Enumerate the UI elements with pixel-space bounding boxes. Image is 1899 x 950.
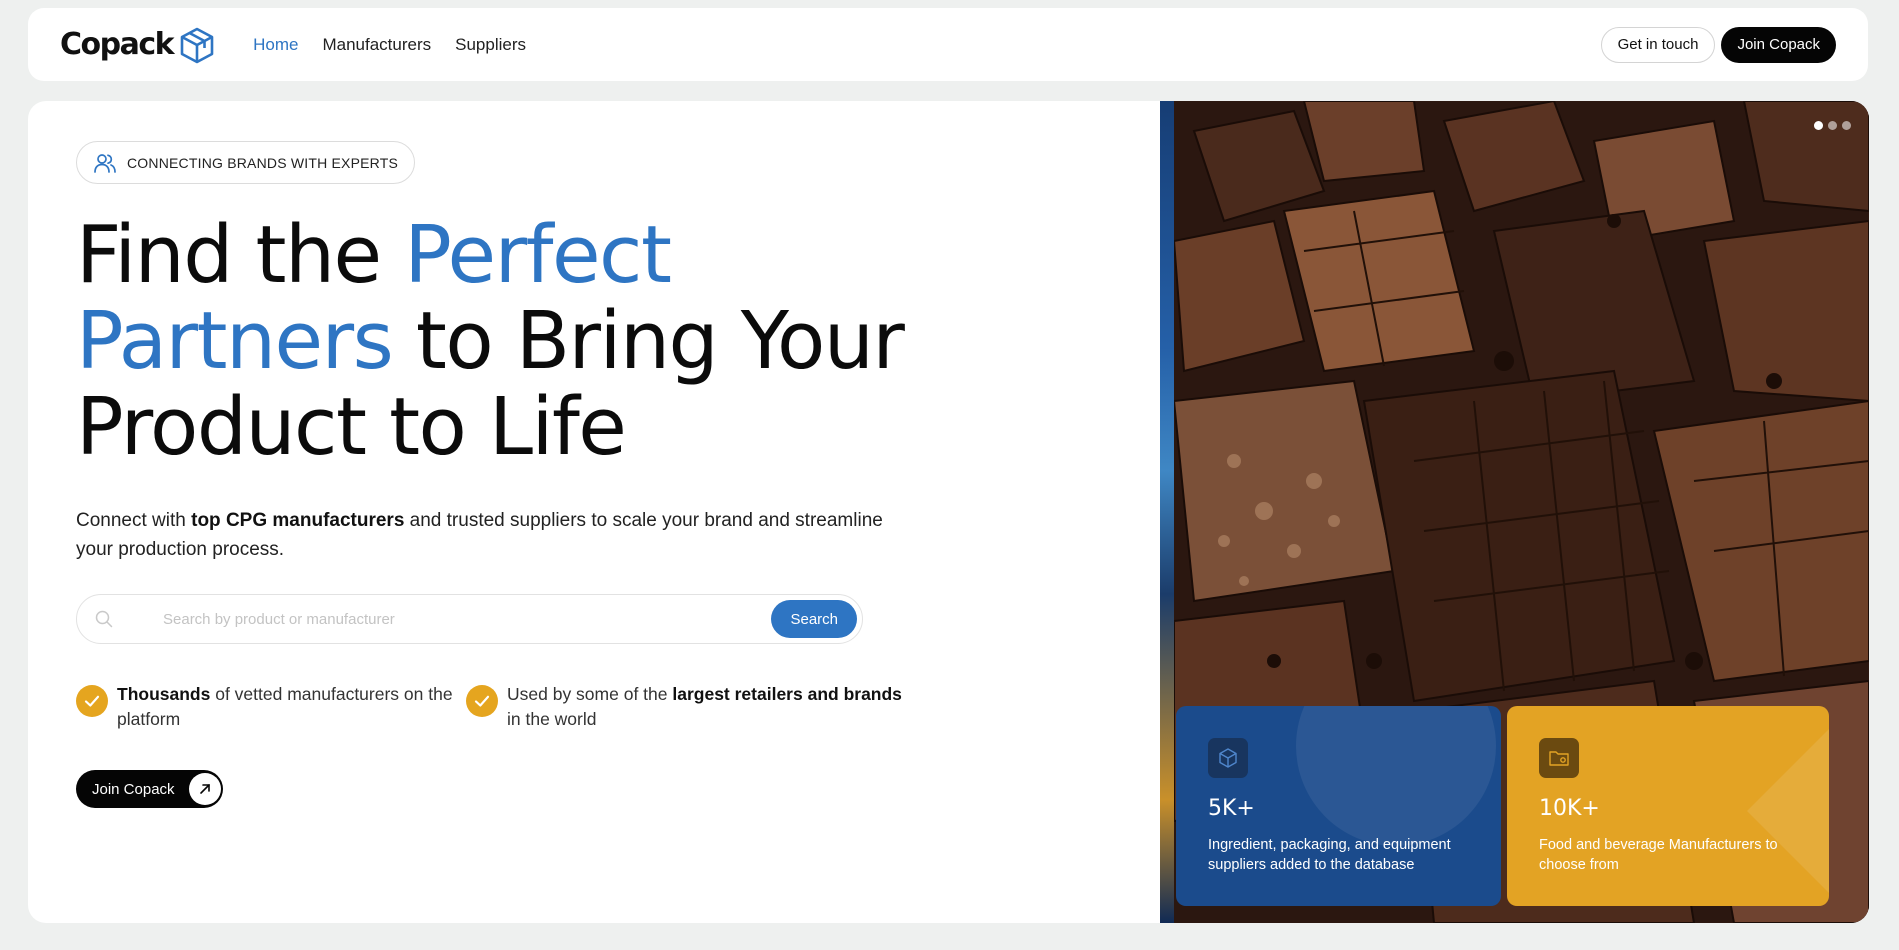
- feature-text: Thousands of vetted manufacturers on the…: [117, 682, 456, 732]
- nav-actions: Get in touch Join Copack: [1600, 26, 1836, 63]
- hero-image-carousel: 5K+ Ingredient, packaging, and equipment…: [1160, 101, 1869, 923]
- stat-card-manufacturers: 10K+ Food and beverage Manufacturers to …: [1507, 706, 1829, 906]
- headline-part-2: to Bring Your: [392, 295, 905, 387]
- subtitle-bold: top CPG manufacturers: [191, 510, 405, 531]
- stat-value: 10K+: [1539, 796, 1600, 821]
- headline-part-3: Product to Life: [76, 381, 627, 473]
- stat-description: Food and beverage Manufacturers to choos…: [1539, 837, 1778, 873]
- headline-highlight-2: Partners: [76, 295, 394, 387]
- previous-slide-edge: [1160, 101, 1174, 923]
- carousel-dot-active[interactable]: [1814, 121, 1823, 130]
- cta-label: Join Copack: [92, 780, 175, 798]
- stat-value: 5K+: [1208, 796, 1255, 821]
- badge-text: CONNECTING BRANDS WITH EXPERTS: [127, 154, 398, 171]
- cube-icon: [1208, 738, 1248, 778]
- cube-logo-icon: [180, 27, 214, 63]
- search-bar: Search: [76, 594, 863, 644]
- feature-bold: largest retailers and brands: [672, 684, 902, 704]
- feature-item: Thousands of vetted manufacturers on the…: [76, 682, 456, 732]
- feature-pre: Used by some of the: [507, 684, 673, 704]
- feature-item: Used by some of the largest retailers an…: [466, 682, 916, 732]
- feature-bold: Thousands: [117, 684, 211, 704]
- carousel-dots: [1814, 121, 1851, 130]
- headline-part-1: Find the: [76, 209, 405, 301]
- headline-highlight-1: Perfect: [404, 209, 672, 301]
- feature-post: in the world: [507, 709, 597, 729]
- main-nav: Home Manufacturers Suppliers: [253, 35, 526, 55]
- top-navbar: Copack Home Manufacturers Suppliers Get …: [28, 8, 1868, 81]
- nav-link-suppliers[interactable]: Suppliers: [455, 35, 526, 55]
- logo[interactable]: Copack: [60, 25, 217, 65]
- search-button[interactable]: Search: [771, 600, 857, 638]
- join-copack-cta-button[interactable]: Join Copack: [76, 770, 223, 808]
- feature-text: Used by some of the largest retailers an…: [507, 682, 916, 732]
- check-icon: [466, 685, 498, 717]
- check-icon: [76, 685, 108, 717]
- search-icon: [95, 610, 113, 628]
- logo-text: Copack: [60, 27, 175, 62]
- feature-list: Thousands of vetted manufacturers on the…: [76, 682, 1076, 732]
- subtitle-pre: Connect with: [76, 510, 192, 531]
- hero-headline: Find the Perfect Partners to Bring Your …: [76, 212, 1076, 470]
- carousel-dot[interactable]: [1842, 121, 1851, 130]
- tagline-badge: CONNECTING BRANDS WITH EXPERTS: [76, 141, 415, 184]
- join-copack-nav-button[interactable]: Join Copack: [1721, 26, 1836, 63]
- stat-card-suppliers: 5K+ Ingredient, packaging, and equipment…: [1176, 706, 1501, 906]
- search-input[interactable]: [163, 610, 772, 628]
- nav-link-manufacturers[interactable]: Manufacturers: [322, 35, 431, 55]
- folder-gear-icon: [1539, 738, 1579, 778]
- hero-subtitle: Connect with top CPG manufacturers and t…: [76, 506, 896, 564]
- nav-link-home[interactable]: Home: [253, 35, 298, 55]
- hero-content: CONNECTING BRANDS WITH EXPERTS Find the …: [76, 141, 1076, 808]
- get-in-touch-button[interactable]: Get in touch: [1600, 26, 1716, 63]
- users-icon: [94, 153, 116, 173]
- decorative-circle: [1296, 706, 1496, 846]
- stat-description: Ingredient, packaging, and equipment sup…: [1208, 837, 1451, 873]
- hero-section: CONNECTING BRANDS WITH EXPERTS Find the …: [28, 101, 1869, 923]
- carousel-dot[interactable]: [1828, 121, 1837, 130]
- arrow-up-right-icon: [188, 773, 221, 805]
